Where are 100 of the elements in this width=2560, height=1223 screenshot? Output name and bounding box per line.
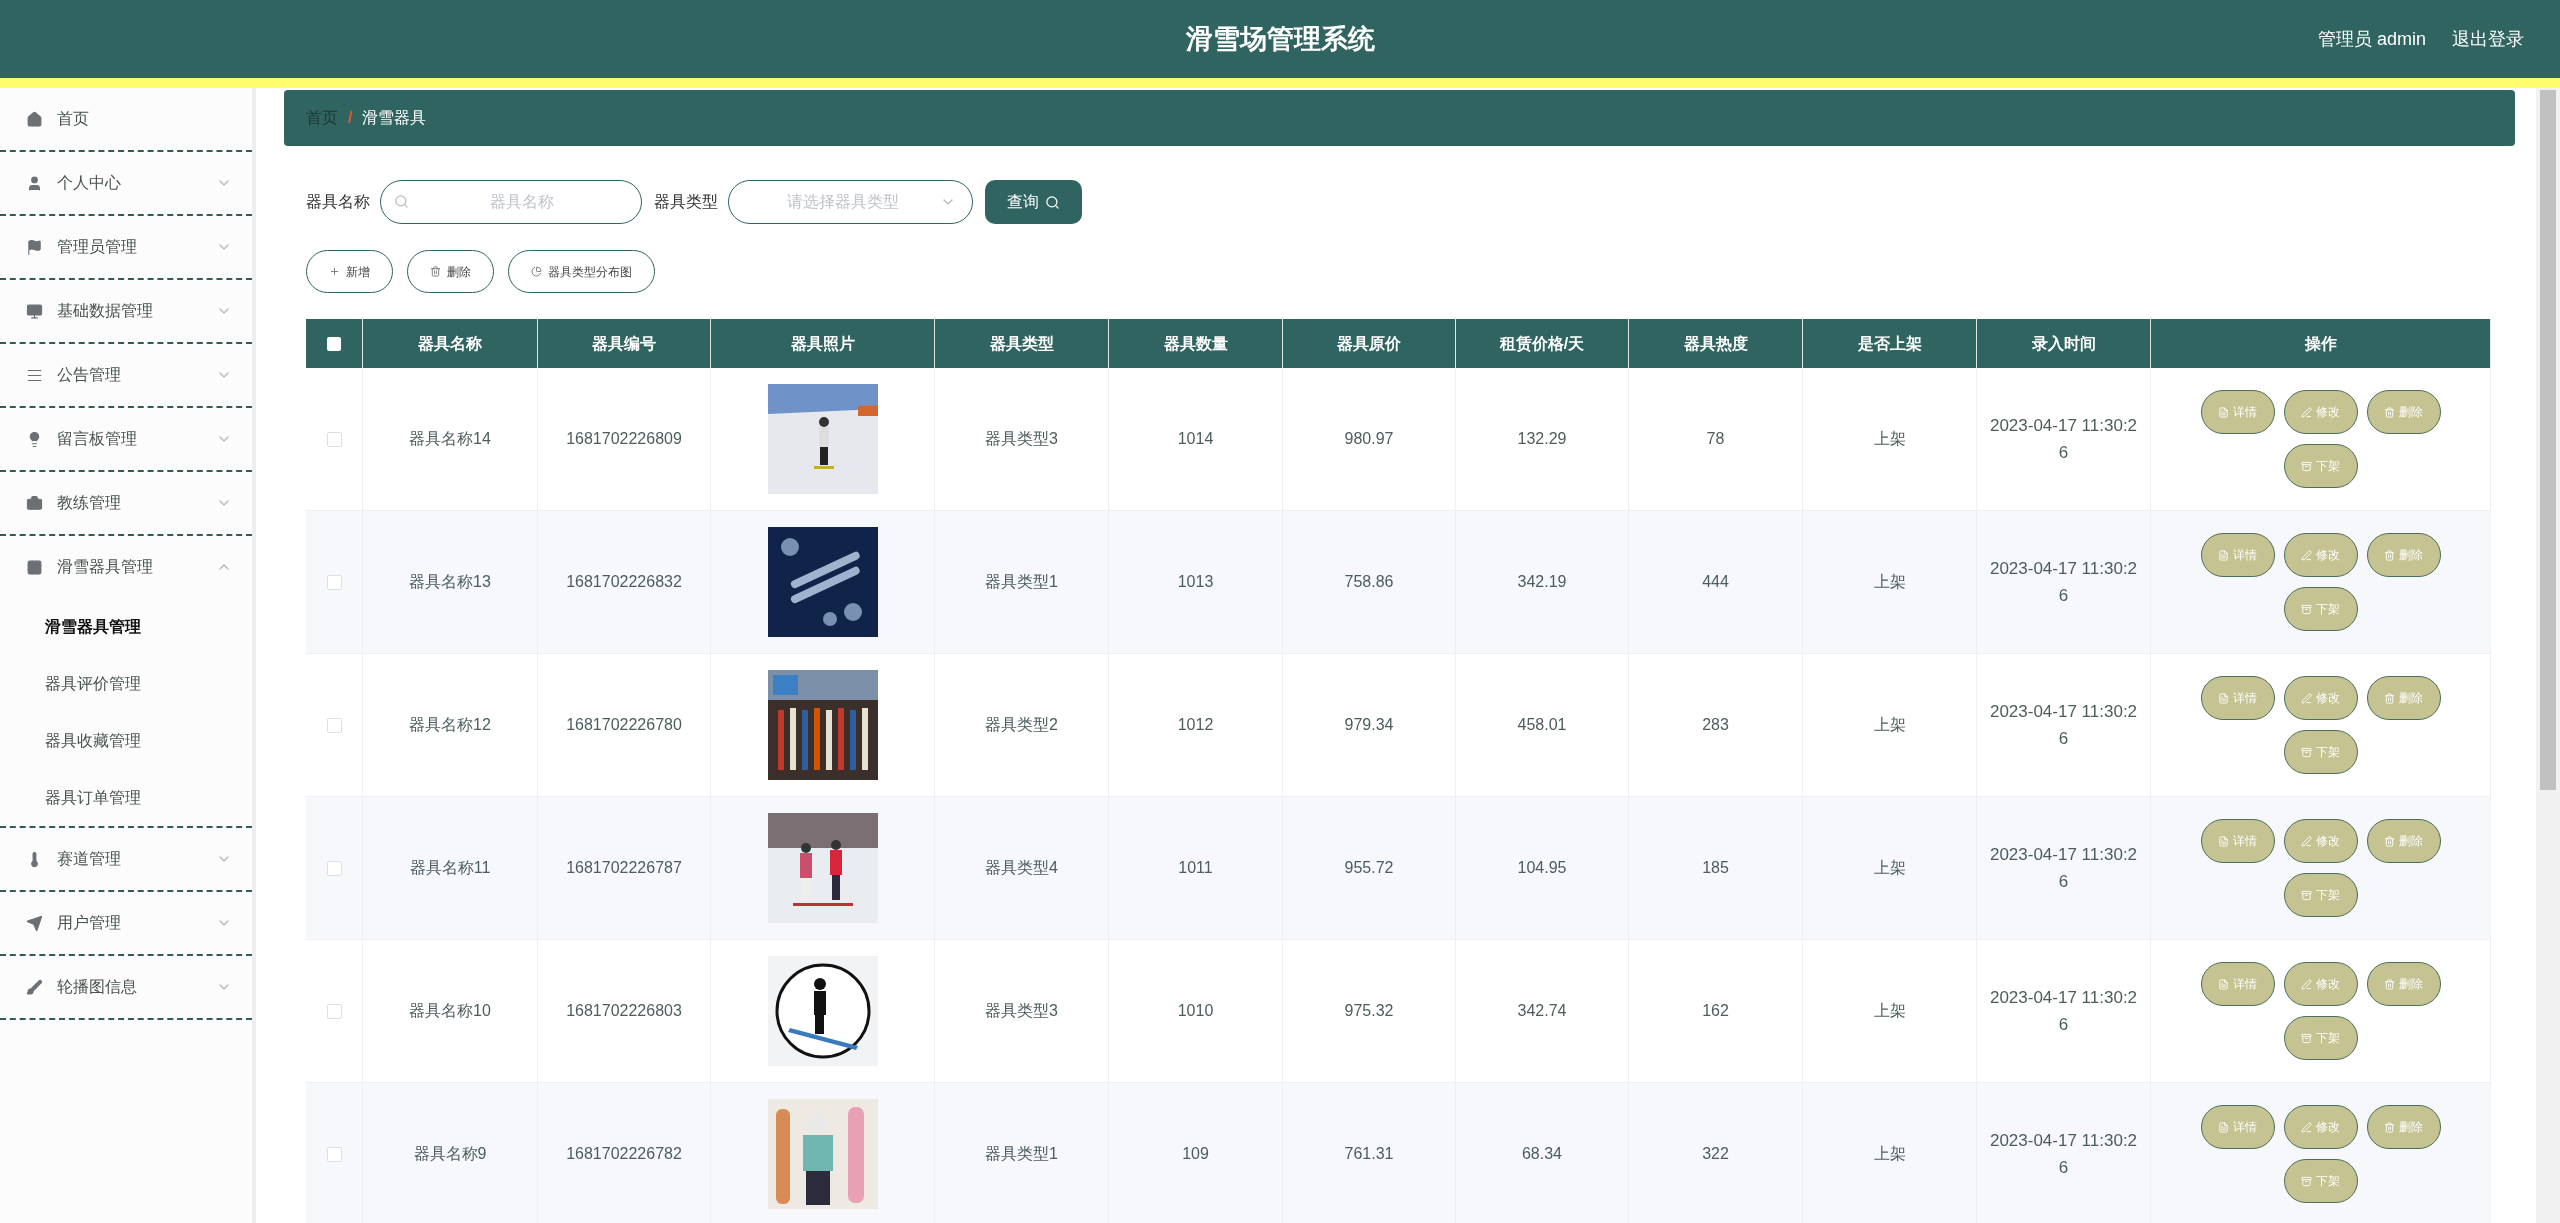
row-action-button[interactable]: 修改 <box>2283 533 2358 577</box>
sidebar-item[interactable]: 教练管理 <box>0 472 252 534</box>
table-cell-text: 1681702226809 <box>566 429 682 449</box>
sidebar-item[interactable]: 留言板管理 <box>0 408 252 470</box>
row-action-button[interactable]: 删除 <box>2366 676 2441 720</box>
row-checkbox[interactable] <box>326 1003 342 1019</box>
button-icon <box>2218 1121 2229 1133</box>
row-action-button[interactable]: 修改 <box>2283 390 2358 434</box>
button-icon <box>2301 692 2312 704</box>
row-action-button[interactable]: 详情 <box>2200 819 2275 863</box>
sidebar-item[interactable]: 管理员管理 <box>0 216 252 278</box>
search-icon <box>394 194 409 209</box>
table-cell-text: 761.31 <box>1344 1144 1394 1164</box>
menu-icon <box>26 914 43 932</box>
row-checkbox[interactable] <box>326 1146 342 1162</box>
row-action-button[interactable]: 下架 <box>2283 1159 2358 1203</box>
table-cell-text: 2023-04-17 11:30:26 <box>1988 1130 2139 1179</box>
row-checkbox[interactable] <box>326 431 342 447</box>
row-action-button[interactable]: 修改 <box>2283 819 2358 863</box>
table-cell-text: 185 <box>1702 858 1729 878</box>
search-icon <box>1045 194 1060 210</box>
table-cell-text: 1010 <box>1177 1001 1214 1021</box>
button-icon <box>2301 978 2312 990</box>
menu-icon <box>26 302 43 320</box>
row-action-button[interactable]: 详情 <box>2200 676 2275 720</box>
name-search-field[interactable]: 器具名称 <box>380 180 642 224</box>
button-icon <box>2301 746 2312 758</box>
table-cell-text: 器具类型3 <box>985 1001 1058 1021</box>
row-action-button[interactable]: 修改 <box>2283 676 2358 720</box>
button-icon <box>2301 835 2312 847</box>
table-cell-text: 上架 <box>1873 1144 1906 1164</box>
toolbar-button[interactable]: 器具类型分布图 <box>508 250 655 293</box>
row-action-button[interactable]: 详情 <box>2200 390 2275 434</box>
row-action-button[interactable]: 详情 <box>2200 533 2275 577</box>
row-action-button[interactable]: 删除 <box>2366 533 2441 577</box>
table-cell-text: 2023-04-17 11:30:26 <box>1988 844 2139 893</box>
sidebar-item[interactable]: 用户管理 <box>0 892 252 954</box>
row-checkbox[interactable] <box>326 574 342 590</box>
row-action-button[interactable]: 删除 <box>2366 390 2441 434</box>
row-action-button[interactable]: 修改 <box>2283 962 2358 1006</box>
app-title: 滑雪场管理系统 <box>1185 22 1375 56</box>
submenu-item[interactable]: 器具收藏管理 <box>0 712 252 769</box>
table-cell-text: 955.72 <box>1344 858 1394 878</box>
row-action-button[interactable]: 修改 <box>2283 1105 2358 1149</box>
table-cell-text: 1681702226803 <box>566 1001 682 1021</box>
table-cell-text: 上架 <box>1873 429 1906 449</box>
row-action-button[interactable]: 下架 <box>2283 444 2358 488</box>
row-action-button[interactable]: 详情 <box>2200 962 2275 1006</box>
table-cell-text: 器具类型2 <box>985 715 1058 735</box>
toolbar-button[interactable]: 删除 <box>407 250 494 293</box>
table-cell-text: 上架 <box>1873 858 1906 878</box>
sidebar-item[interactable]: 首页 <box>0 88 252 150</box>
button-icon <box>2218 406 2229 418</box>
header-checkbox[interactable] <box>327 336 341 351</box>
sidebar-item[interactable]: 个人中心 <box>0 152 252 214</box>
scrollbar-thumb[interactable] <box>2540 90 2556 790</box>
button-icon <box>531 266 542 277</box>
menu-icon <box>26 174 43 192</box>
row-action-button[interactable]: 删除 <box>2366 1105 2441 1149</box>
breadcrumb-item: 滑雪器具 <box>362 108 427 128</box>
row-checkbox[interactable] <box>326 860 342 876</box>
table-cell-text: 上架 <box>1873 715 1906 735</box>
sidebar-item[interactable]: 基础数据管理 <box>0 280 252 342</box>
table-cell-text: 132.29 <box>1517 429 1567 449</box>
button-icon <box>430 266 441 277</box>
table-cell-text: 1681702226787 <box>566 858 682 878</box>
button-icon <box>2301 889 2312 901</box>
row-action-button[interactable]: 下架 <box>2283 1016 2358 1060</box>
sidebar-item[interactable]: 轮播图信息 <box>0 956 252 1018</box>
sidebar-item[interactable]: 赛道管理 <box>0 828 252 890</box>
table-cell-text: 器具名称9 <box>413 1144 487 1164</box>
button-icon <box>2218 549 2229 561</box>
submenu-item[interactable]: 器具评价管理 <box>0 655 252 712</box>
row-checkbox[interactable] <box>326 717 342 733</box>
table-cell-text: 1681702226832 <box>566 572 682 592</box>
button-icon <box>2301 1175 2312 1187</box>
sidebar-item[interactable]: 公告管理 <box>0 344 252 406</box>
toolbar-button[interactable]: 新增 <box>306 250 393 293</box>
table-cell-text: 342.19 <box>1517 572 1567 592</box>
table-cell-text: 上架 <box>1873 572 1906 592</box>
table-cell-text: 104.95 <box>1517 858 1567 878</box>
row-action-button[interactable]: 详情 <box>2200 1105 2275 1149</box>
table-cell-text: 2023-04-17 11:30:26 <box>1988 701 2139 750</box>
table-cell-text: 器具名称10 <box>409 1001 491 1021</box>
admin-user-label: 管理员 admin <box>2317 27 2426 51</box>
table-cell-text: 68.34 <box>1521 1144 1562 1164</box>
row-action-button[interactable]: 下架 <box>2283 587 2358 631</box>
logout-link[interactable]: 退出登录 <box>2452 25 2524 53</box>
row-action-button[interactable]: 删除 <box>2366 962 2441 1006</box>
submenu-item[interactable]: 器具订单管理 <box>0 769 252 826</box>
submenu-item[interactable]: 滑雪器具管理 <box>0 598 252 655</box>
row-action-button[interactable]: 删除 <box>2366 819 2441 863</box>
table-cell-text: 器具类型1 <box>985 572 1058 592</box>
table-cell-text: 2023-04-17 11:30:26 <box>1988 558 2139 607</box>
row-action-button[interactable]: 下架 <box>2283 730 2358 774</box>
row-action-button[interactable]: 下架 <box>2283 873 2358 917</box>
query-button[interactable]: 查询 <box>985 180 1082 224</box>
table-cell-text: 器具名称12 <box>409 715 491 735</box>
sidebar-item[interactable]: 滑雪器具管理 <box>0 536 252 598</box>
table-cell-text: 器具名称14 <box>409 429 491 449</box>
